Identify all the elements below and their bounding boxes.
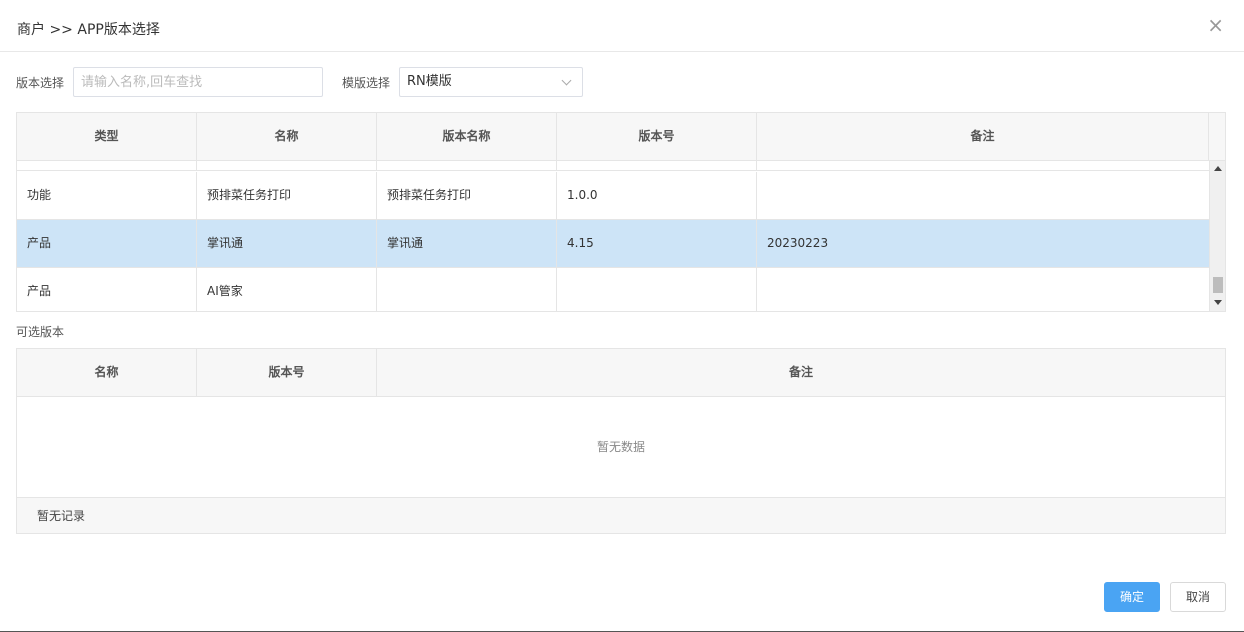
table-row[interactable]: 产品 AI管家 (17, 268, 1209, 311)
cell-remark (757, 172, 1209, 219)
cell-version-no (557, 268, 757, 311)
cell-type: 产品 (17, 220, 197, 267)
cell-remark (757, 268, 1209, 311)
column-header-name[interactable]: 名称 (17, 349, 197, 396)
cell-version-name: 掌讯通 (377, 220, 557, 267)
version-table-header: 类型 名称 版本名称 版本号 备注 (17, 113, 1225, 161)
cell-name: 预排菜任务打印 (197, 172, 377, 219)
version-select-label: 版本选择 (16, 76, 65, 90)
empty-state-text: 暂无数据 (596, 440, 645, 454)
version-table-body: 功能 预排菜任务打印 预排菜任务打印 1.0.0 产品 掌讯通 掌讯通 4.15… (17, 161, 1209, 311)
optional-versions-label: 可选版本 (16, 325, 65, 339)
search-input[interactable] (73, 67, 323, 97)
scroll-down-icon[interactable] (1214, 300, 1222, 305)
vertical-scrollbar[interactable] (1209, 161, 1225, 311)
optional-versions-table: 名称 版本号 备注 暂无数据 暂无记录 (16, 348, 1226, 534)
scroll-up-icon[interactable] (1214, 166, 1222, 171)
table-cell (17, 161, 197, 170)
table-cell (197, 161, 377, 170)
table-cell (757, 161, 1209, 170)
template-select-value: RN模版 (407, 74, 452, 89)
column-header-version-name[interactable]: 版本名称 (377, 113, 557, 160)
cell-version-name: 预排菜任务打印 (377, 172, 557, 219)
cell-remark: 20230223 (767, 236, 829, 250)
table-cell (557, 161, 757, 170)
cell-name: 掌讯通 (197, 220, 377, 267)
template-select-label: 模版选择 (342, 76, 391, 90)
version-table: 类型 名称 版本名称 版本号 备注 功能 预排菜任务打印 预排菜任务打印 1.0… (16, 112, 1226, 312)
table-row-selected[interactable]: 产品 掌讯通 掌讯通 4.15 20230223 (17, 220, 1209, 268)
filter-bar: 版本选择 模版选择 RN模版 (0, 66, 1244, 98)
cell-version-name (377, 268, 557, 311)
table-row[interactable]: 功能 预排菜任务打印 预排菜任务打印 1.0.0 (17, 172, 1209, 220)
cell-type: 功能 (17, 172, 197, 219)
column-header-type[interactable]: 类型 (17, 113, 197, 160)
cancel-button[interactable]: 取消 (1170, 582, 1226, 612)
confirm-button[interactable]: 确定 (1104, 582, 1160, 612)
cell-type: 产品 (17, 268, 197, 311)
chevron-down-icon (561, 75, 572, 86)
table-row[interactable] (17, 161, 1209, 171)
app-version-dialog: 商户 >> APP版本选择 × 版本选择 模版选择 RN模版 类型 名称 版本名… (0, 0, 1244, 632)
dialog-header: 商户 >> APP版本选择 × (0, 0, 1244, 52)
cell-version-no: 4.15 (557, 220, 757, 267)
cell-version-no: 1.0.0 (557, 172, 757, 219)
table-cell (377, 161, 557, 170)
cell-name: AI管家 (197, 268, 377, 311)
column-header-version-no[interactable]: 版本号 (197, 349, 377, 396)
table-footer: 暂无记录 (17, 497, 1225, 533)
column-header-version-no[interactable]: 版本号 (557, 113, 757, 160)
scrollbar-thumb[interactable] (1213, 277, 1223, 293)
column-header-remark[interactable]: 备注 (757, 113, 1209, 160)
column-header-name[interactable]: 名称 (197, 113, 377, 160)
template-select[interactable]: RN模版 (399, 67, 583, 97)
dialog-title: 商户 >> APP版本选择 (17, 22, 160, 38)
column-header-remark[interactable]: 备注 (377, 349, 1225, 396)
close-icon[interactable]: × (1207, 14, 1224, 36)
optional-table-header: 名称 版本号 备注 (17, 349, 1225, 397)
